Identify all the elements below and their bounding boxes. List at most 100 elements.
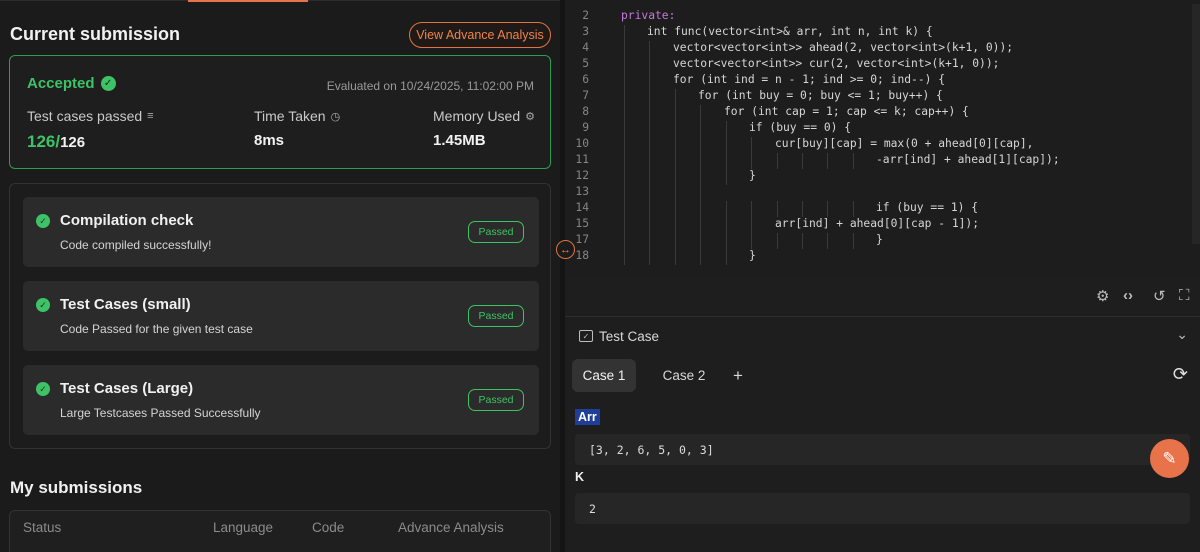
code-line: 12} [565, 169, 1200, 185]
line-text: for (int ind = n - 1; ind >= 0; ind--) { [673, 73, 946, 86]
code-line: 10 cur[buy][cap] = max(0 + ahead[0][cap], [565, 137, 1200, 153]
check-subtitle: Code Passed for the given test case [60, 322, 253, 336]
checkbox-icon: ✓ [579, 330, 593, 342]
line-number: 11 [575, 153, 589, 166]
line-text: vector<vector<int>> cur(2, vector<int>(k… [673, 57, 1000, 70]
chevron-down-icon[interactable]: ⌄ [1176, 326, 1188, 343]
evaluated-timestamp: Evaluated on 10/24/2025, 11:02:00 PM [326, 79, 534, 93]
list-icon: ≡ [147, 110, 154, 122]
tests-passed-value: 126/126 [27, 132, 85, 152]
code-line: 11 -arr[ind] + ahead[1][cap]); [565, 153, 1200, 169]
check-circle-icon: ✓ [100, 76, 116, 91]
refresh-icon[interactable]: ⟳ [1173, 364, 1188, 385]
line-text: vector<vector<int>> ahead(2, vector<int>… [673, 41, 1014, 54]
code-line: 5 vector<vector<int>> cur(2, vector<int>(… [565, 57, 1200, 73]
gear-icon[interactable]: ⚙ [1096, 287, 1109, 305]
check-circle-icon: ✓ [36, 298, 50, 312]
code-scrollbar[interactable] [1192, 4, 1200, 244]
code-line: 13 [565, 185, 1200, 201]
line-number: 12 [575, 169, 589, 182]
line-text: if (buy == 1) { [876, 201, 979, 214]
check-circle-icon: ✓ [36, 214, 50, 228]
line-text: } [749, 249, 756, 262]
notes-fab-button[interactable]: ✎ [1150, 439, 1189, 478]
code-line: 17} [565, 233, 1200, 249]
tests-passed-count: 126/ [27, 132, 61, 151]
view-advance-analysis-button[interactable]: View Advance Analysis [409, 22, 551, 48]
code-line: 14 if (buy == 1) { [565, 201, 1200, 217]
arr-value[interactable]: [3, 2, 6, 5, 0, 3] [575, 434, 1190, 465]
check-small-tests: ✓ Test Cases (small) Code Passed for the… [23, 281, 539, 351]
k-label: K [575, 470, 585, 484]
check-title: Compilation check [60, 212, 194, 229]
time-taken-label: Time Taken ◷ [254, 108, 340, 124]
tab-case-1[interactable]: Case 1 [572, 359, 636, 392]
code-editor[interactable]: 2 private: 3 int func(vector<int>& arr, in… [565, 0, 1200, 277]
editor-panel: 2 private: 3 int func(vector<int>& arr, in… [565, 0, 1200, 552]
line-number: 7 [582, 89, 589, 102]
code-brackets-icon[interactable]: ‹› [1123, 287, 1133, 304]
line-number: 4 [582, 41, 589, 54]
add-case-button[interactable]: + [728, 359, 748, 392]
column-header-advance-analysis[interactable]: Advance Analysis [398, 520, 504, 535]
code-line: 3 int func(vector<int>& arr, int n, int k… [565, 25, 1200, 41]
arr-label: Arr [575, 409, 600, 425]
result-card: Accepted ✓ Evaluated on 10/24/2025, 11:0… [9, 55, 551, 169]
line-text: if (buy == 0) { [749, 121, 852, 134]
line-number: 13 [575, 185, 589, 198]
line-number: 10 [575, 137, 589, 150]
my-submissions-title: My submissions [10, 478, 143, 497]
column-header-status[interactable]: Status [23, 520, 61, 535]
editor-toolbar: ⚙ ‹› ↺ ⛶ [565, 277, 1200, 317]
check-subtitle: Code compiled successfully! [60, 238, 212, 252]
current-submission-title: Current submission [10, 24, 181, 44]
submission-panel: Current submission View Advance Analysis… [0, 0, 560, 552]
line-text: for (int buy = 0; buy <= 1; buy++) { [698, 89, 943, 102]
line-number: 15 [575, 217, 589, 230]
tests-total-count: 126 [60, 134, 86, 151]
line-text: int func(vector<int>& arr, int n, int k)… [647, 25, 933, 38]
test-case-title: Test Case [599, 329, 660, 344]
check-title: Test Cases (small) [60, 296, 191, 313]
code-line: 9 if (buy == 0) { [565, 121, 1200, 137]
line-text: -arr[ind] + ahead[1][cap]); [876, 153, 1060, 166]
check-large-tests: ✓ Test Cases (Large) Large Testcases Pas… [23, 365, 539, 435]
line-text: arr[ind] + ahead[0][cap - 1]); [775, 217, 980, 230]
column-header-language[interactable]: Language [213, 520, 273, 535]
active-tab-indicator [188, 0, 308, 2]
line-text: } [876, 233, 883, 246]
line-number: 14 [575, 201, 589, 214]
code-line: 8 for (int cap = 1; cap <= k; cap++) { [565, 105, 1200, 121]
history-icon[interactable]: ↺ [1153, 287, 1166, 305]
code-line: 7 for (int buy = 0; buy <= 1; buy++) { [565, 89, 1200, 105]
k-value[interactable]: 2 [575, 493, 1190, 524]
line-text: for (int cap = 1; cap <= k; cap++) { [724, 105, 969, 118]
line-number: 6 [582, 73, 589, 86]
code-line: 4 vector<vector<int>> ahead(2, vector<int… [565, 41, 1200, 57]
line-number: 2 [582, 9, 589, 22]
fullscreen-icon[interactable]: ⛶ [1179, 287, 1190, 304]
column-header-code[interactable]: Code [312, 520, 344, 535]
chip-icon: ⚙ [525, 110, 536, 123]
code-line: 15 arr[ind] + ahead[0][cap - 1]); [565, 217, 1200, 233]
line-number: 5 [582, 57, 589, 70]
status-label: Accepted [27, 75, 95, 92]
memory-used-value: 1.45MB [433, 132, 486, 149]
line-text: cur[buy][cap] = max(0 + ahead[0][cap], [775, 137, 1034, 150]
status-accepted: Accepted ✓ [27, 75, 116, 92]
resize-arrows-icon[interactable]: ↔ [556, 240, 575, 259]
notes-icon: ✎ [1162, 448, 1177, 468]
check-title: Test Cases (Large) [60, 380, 194, 397]
line-number: 8 [582, 105, 589, 118]
test-case-header[interactable]: ✓ Test Case ⌄ [565, 318, 1200, 354]
time-taken-value: 8ms [254, 132, 285, 149]
line-number: 9 [582, 121, 589, 134]
clock-icon: ◷ [330, 110, 341, 123]
tests-passed-label: Test cases passed ≡ [27, 108, 154, 124]
passed-badge: Passed [468, 389, 524, 411]
memory-used-label-text: Memory Used [433, 108, 521, 124]
tests-passed-label-text: Test cases passed [27, 108, 143, 124]
tab-case-2[interactable]: Case 2 [652, 359, 716, 392]
submissions-table: Status Language Code Advance Analysis [9, 510, 551, 552]
check-compilation: ✓ Compilation check Code compiled succes… [23, 197, 539, 267]
